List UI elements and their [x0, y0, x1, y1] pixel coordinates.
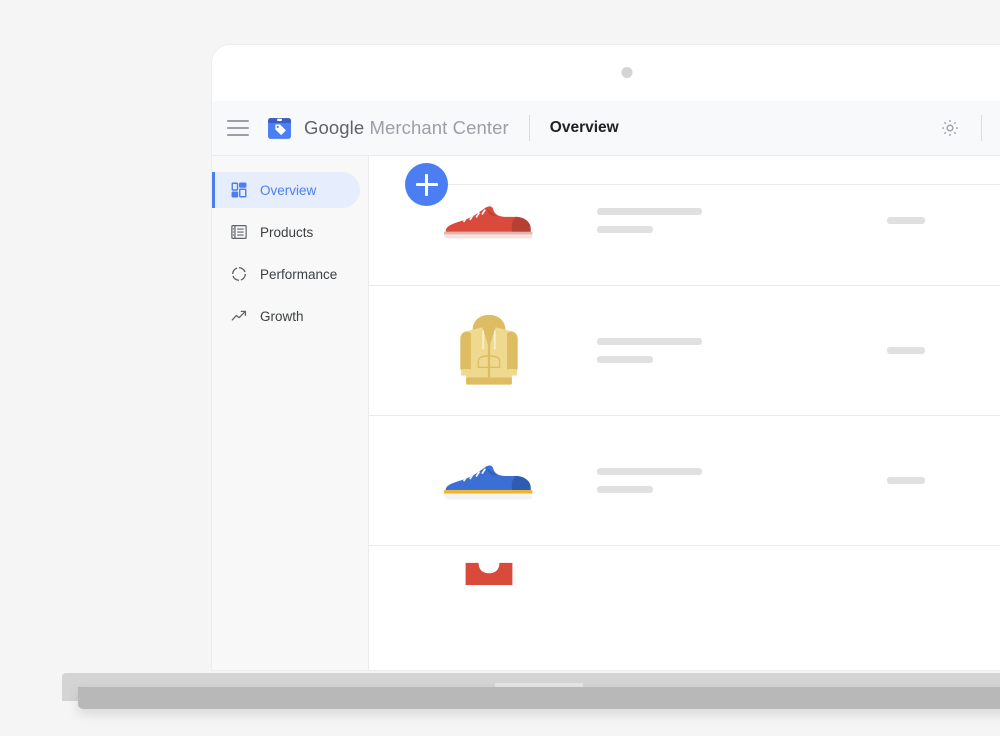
sidebar-item-label: Overview — [260, 182, 317, 198]
topbar-divider — [528, 115, 530, 141]
subtitle-placeholder-bar — [597, 226, 653, 233]
donut-chart-icon — [230, 265, 248, 283]
laptop-bezel-top — [212, 45, 1000, 101]
red-bag-illustration — [435, 559, 543, 663]
brand-title: Google Merchant Center — [304, 117, 509, 139]
table-row[interactable] — [369, 286, 1000, 416]
blue-sneaker-illustration — [435, 429, 543, 533]
camera-dot-icon — [621, 67, 633, 78]
red-sneaker-illustration — [435, 169, 543, 273]
price-placeholder-bar — [887, 347, 925, 354]
product-list-panel — [369, 156, 1000, 670]
page-title: Overview — [549, 119, 619, 136]
sidebar-item-products[interactable]: Products — [212, 214, 360, 250]
app-topbar: Google Merchant Center Overview — [212, 101, 1000, 156]
topbar-actions-divider — [981, 115, 982, 141]
price-placeholder-bar — [887, 477, 925, 484]
add-product-button[interactable] — [405, 163, 448, 206]
gear-icon[interactable] — [939, 117, 961, 139]
sidebar-item-label: Growth — [260, 308, 304, 324]
yellow-hoodie-illustration — [435, 299, 543, 403]
brand-product-text: Merchant Center — [364, 117, 509, 138]
dashboard-grid-icon — [230, 181, 248, 199]
sidebar-nav: Overview Products Performance Growth — [212, 156, 369, 670]
topbar-actions — [939, 115, 1000, 141]
title-placeholder-bar — [597, 338, 702, 345]
sidebar-item-overview[interactable]: Overview — [212, 172, 360, 208]
screenshot-stage: Google Merchant Center Overview Overview… — [0, 0, 1000, 736]
table-row[interactable] — [369, 156, 1000, 286]
product-text-placeholder — [597, 208, 797, 233]
subtitle-placeholder-bar — [597, 486, 653, 493]
sidebar-item-growth[interactable]: Growth — [212, 298, 360, 334]
price-placeholder-bar — [887, 217, 925, 224]
table-row[interactable] — [369, 546, 1000, 670]
title-placeholder-bar — [597, 208, 702, 215]
trending-up-icon — [230, 307, 248, 325]
subtitle-placeholder-bar — [597, 356, 653, 363]
plus-icon — [415, 183, 438, 186]
list-icon — [230, 223, 248, 241]
hamburger-menu-icon[interactable] — [227, 120, 249, 136]
merchant-center-logo-icon — [267, 116, 292, 141]
app-body: Overview Products Performance Growth — [212, 156, 1000, 670]
brand-google-text: Google — [304, 117, 365, 138]
table-row[interactable] — [369, 416, 1000, 546]
laptop-base-front — [78, 687, 1000, 709]
sidebar-item-label: Performance — [260, 266, 338, 282]
sidebar-item-performance[interactable]: Performance — [212, 256, 360, 292]
merchant-center-app: Google Merchant Center Overview Overview… — [212, 101, 1000, 670]
sidebar-item-label: Products — [260, 224, 314, 240]
product-text-placeholder — [597, 338, 797, 363]
laptop-screen: Google Merchant Center Overview Overview… — [212, 45, 1000, 670]
title-placeholder-bar — [597, 468, 702, 475]
product-text-placeholder — [597, 468, 797, 493]
